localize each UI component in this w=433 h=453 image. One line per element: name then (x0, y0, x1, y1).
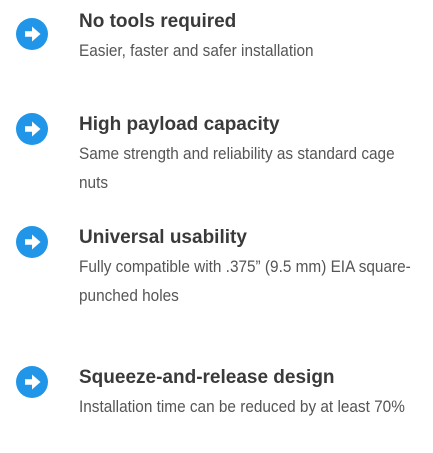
feature-title: No tools required (79, 11, 237, 32)
arrow-right-circle-icon (16, 366, 48, 398)
arrow-right-circle-icon (16, 18, 48, 50)
feature-description: Installation time can be reduced by at l… (79, 398, 405, 416)
arrow-right-circle-icon (16, 113, 48, 145)
feature-description: Same strength and reliability as standar… (79, 145, 395, 192)
feature-title: High payload capacity (79, 114, 280, 135)
feature-description: Fully compatible with .375” (9.5 mm) EIA… (79, 258, 411, 305)
arrow-right-circle-icon (16, 226, 48, 258)
feature-description: Easier, faster and safer installation (79, 42, 314, 60)
feature-title: Universal usability (79, 227, 247, 248)
feature-title: Squeeze-and-release design (79, 367, 335, 388)
